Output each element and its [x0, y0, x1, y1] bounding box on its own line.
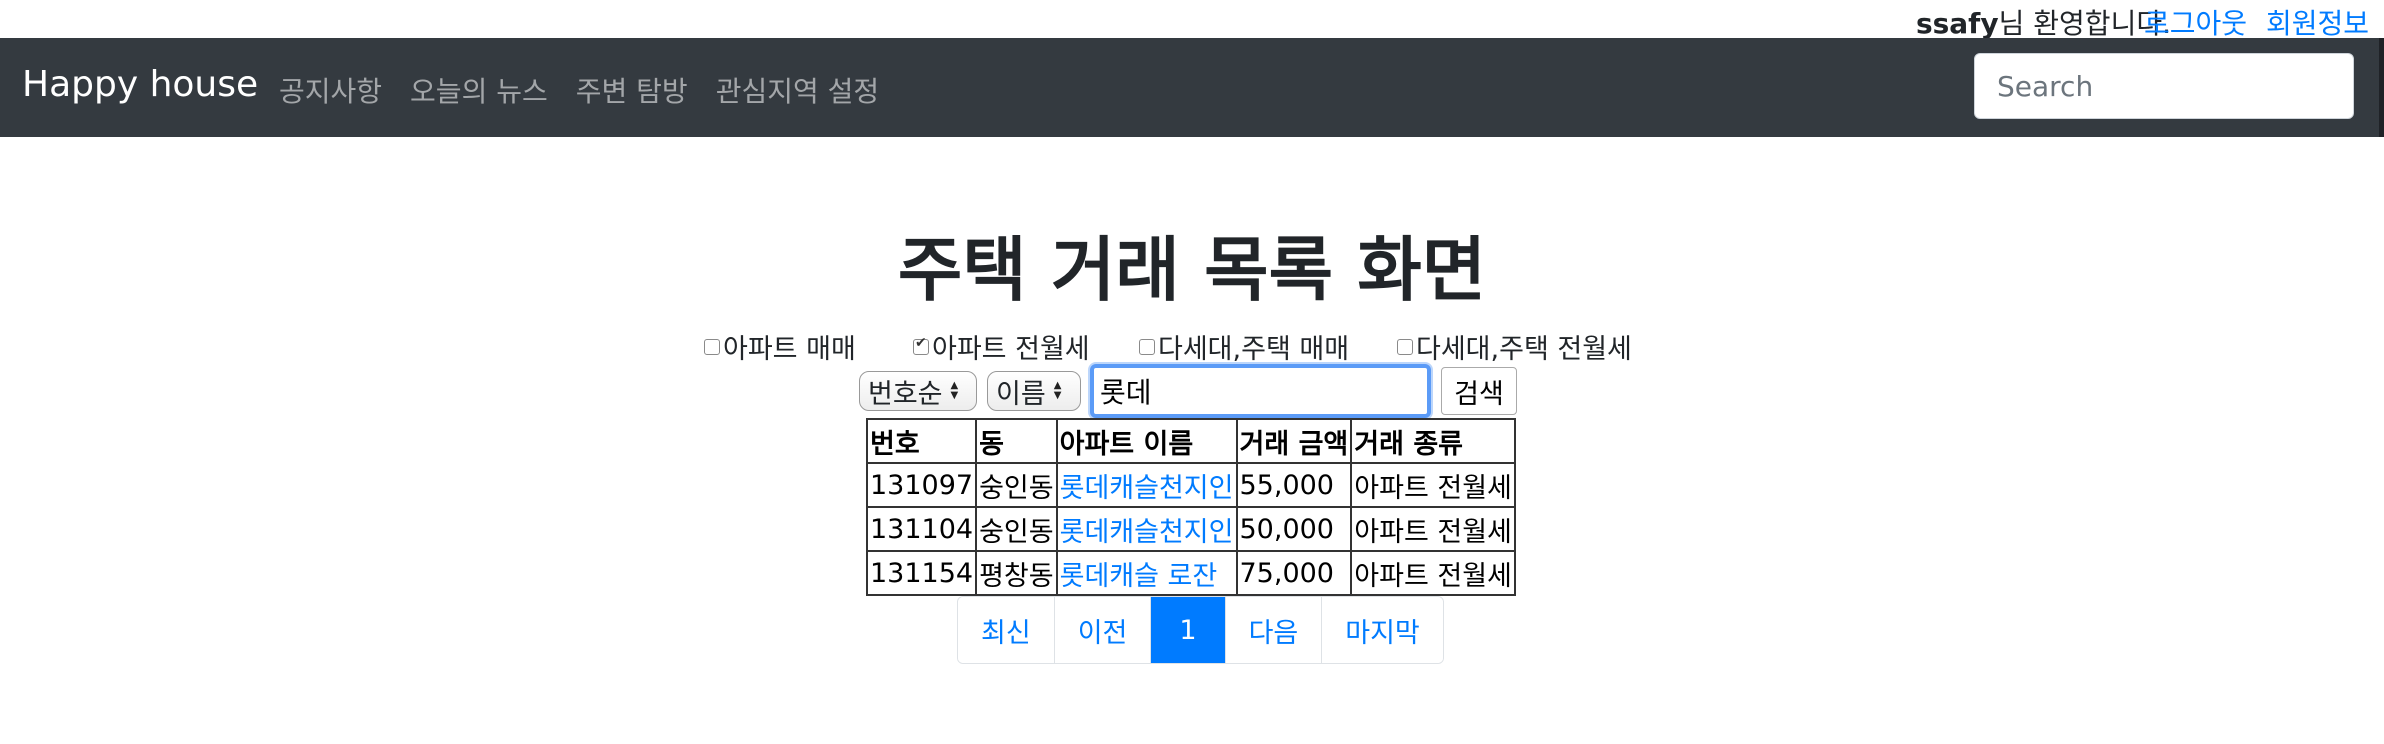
search-input[interactable] [1974, 53, 2354, 119]
pagination: 최신 이전 1 다음 마지막 [957, 596, 1444, 664]
filter-house-sale-label: 다세대,주택 매매 [1158, 334, 1350, 365]
apt-name-link[interactable]: 롯데캐슬천지인 [1060, 517, 1234, 548]
navbar: Happy house 공지사항 오늘의 뉴스 주변 탐방 관심지역 설정 [0, 38, 2384, 137]
checkbox-house-rent[interactable] [1397, 338, 1413, 355]
filter-apt-sale[interactable]: 아파트 매매 [704, 327, 856, 366]
cell-dong: 평창동 [975, 550, 1058, 596]
page-1-button[interactable]: 1 [1151, 597, 1226, 663]
filter-house-rent-label: 다세대,주택 전월세 [1416, 334, 1632, 365]
filter-apt-sale-label: 아파트 매매 [723, 334, 856, 365]
table-row: 131097 숭인동 롯데캐슬천지인 55,000 아파트 전월세 [865, 462, 1516, 508]
filter-apt-rent[interactable]: 아파트 전월세 [913, 327, 1090, 366]
header-deal-type: 거래 종류 [1350, 418, 1516, 464]
header-dong: 동 [975, 418, 1058, 464]
page-next-button[interactable]: 다음 [1225, 597, 1323, 663]
welcome-message: ssafy님 환영합니다. [1916, 2, 2171, 42]
header-apt-name: 아파트 이름 [1055, 418, 1238, 464]
header-price: 거래 금액 [1235, 418, 1353, 464]
page-title: 주택 거래 목록 화면 [897, 229, 1487, 311]
filter-house-rent[interactable]: 다세대,주택 전월세 [1397, 327, 1632, 366]
nav-link-interest-area[interactable]: 관심지역 설정 [716, 70, 879, 110]
cell-apt-name: 롯데캐슬천지인 [1055, 506, 1238, 552]
top-user-bar: ssafy님 환영합니다. 로그아웃 회원정보 [0, 0, 2384, 40]
cell-apt-name: 롯데캐슬 로잔 [1055, 550, 1238, 596]
cell-deal-type: 아파트 전월세 [1350, 506, 1516, 552]
cell-price: 50,000 [1235, 506, 1353, 552]
cell-number: 131097 [865, 462, 978, 508]
nav-link-notice[interactable]: 공지사항 [279, 70, 382, 110]
cell-deal-type: 아파트 전월세 [1350, 550, 1516, 596]
table-row: 131154 평창동 롯데캐슬 로잔 75,000 아파트 전월세 [865, 550, 1516, 596]
filter-house-sale[interactable]: 다세대,주택 매매 [1139, 327, 1349, 366]
search-button[interactable]: 검색 [1441, 367, 1517, 415]
apt-name-link[interactable]: 롯데캐슬 로잔 [1060, 561, 1218, 592]
member-info-link[interactable]: 회원정보 [2266, 2, 2369, 42]
deals-table: 번호 동 아파트 이름 거래 금액 거래 종류 131097 숭인동 롯데캐슬천… [865, 418, 1516, 596]
checkbox-apt-rent[interactable] [913, 335, 929, 355]
nav-link-explore[interactable]: 주변 탐방 [576, 70, 688, 110]
table-row: 131104 숭인동 롯데캐슬천지인 50,000 아파트 전월세 [865, 506, 1516, 552]
nav-links: 공지사항 오늘의 뉴스 주변 탐방 관심지역 설정 [279, 70, 879, 110]
cell-dong: 숭인동 [975, 462, 1058, 508]
cell-number: 131154 [865, 550, 978, 596]
select-arrows-icon: ▲ ▼ [950, 380, 959, 401]
table-header-row: 번호 동 아파트 이름 거래 금액 거래 종류 [865, 418, 1516, 464]
apt-name-link[interactable]: 롯데캐슬천지인 [1060, 473, 1234, 504]
checkbox-apt-sale[interactable] [704, 338, 720, 355]
sort-select[interactable]: 번호순 ▲ ▼ [859, 371, 977, 411]
filter-apt-rent-label: 아파트 전월세 [932, 334, 1090, 365]
checkbox-house-sale[interactable] [1139, 338, 1155, 355]
field-select-value: 이름 [996, 378, 1046, 410]
page-prev-button[interactable]: 이전 [1054, 597, 1152, 663]
keyword-input[interactable] [1090, 364, 1431, 418]
select-arrows-icon: ▲ ▼ [1053, 380, 1062, 401]
deal-type-filters: 아파트 매매 아파트 전월세 다세대,주택 매매 다세대,주택 전월세 [0, 327, 2384, 367]
cell-deal-type: 아파트 전월세 [1350, 462, 1516, 508]
page-last-button[interactable]: 마지막 [1322, 597, 1443, 663]
field-select[interactable]: 이름 ▲ ▼ [987, 371, 1081, 411]
cell-apt-name: 롯데캐슬천지인 [1055, 462, 1238, 508]
sort-select-value: 번호순 [868, 378, 943, 410]
header-number: 번호 [865, 418, 978, 464]
page-first-button[interactable]: 최신 [958, 597, 1055, 663]
cell-dong: 숭인동 [975, 506, 1058, 552]
cell-price: 55,000 [1235, 462, 1353, 508]
brand-link[interactable]: Happy house [22, 64, 258, 105]
logout-link[interactable]: 로그아웃 [2144, 2, 2247, 42]
username: ssafy [1915, 7, 1999, 40]
nav-link-news[interactable]: 오늘의 뉴스 [410, 70, 548, 110]
cell-number: 131104 [865, 506, 978, 552]
cell-price: 75,000 [1235, 550, 1353, 596]
